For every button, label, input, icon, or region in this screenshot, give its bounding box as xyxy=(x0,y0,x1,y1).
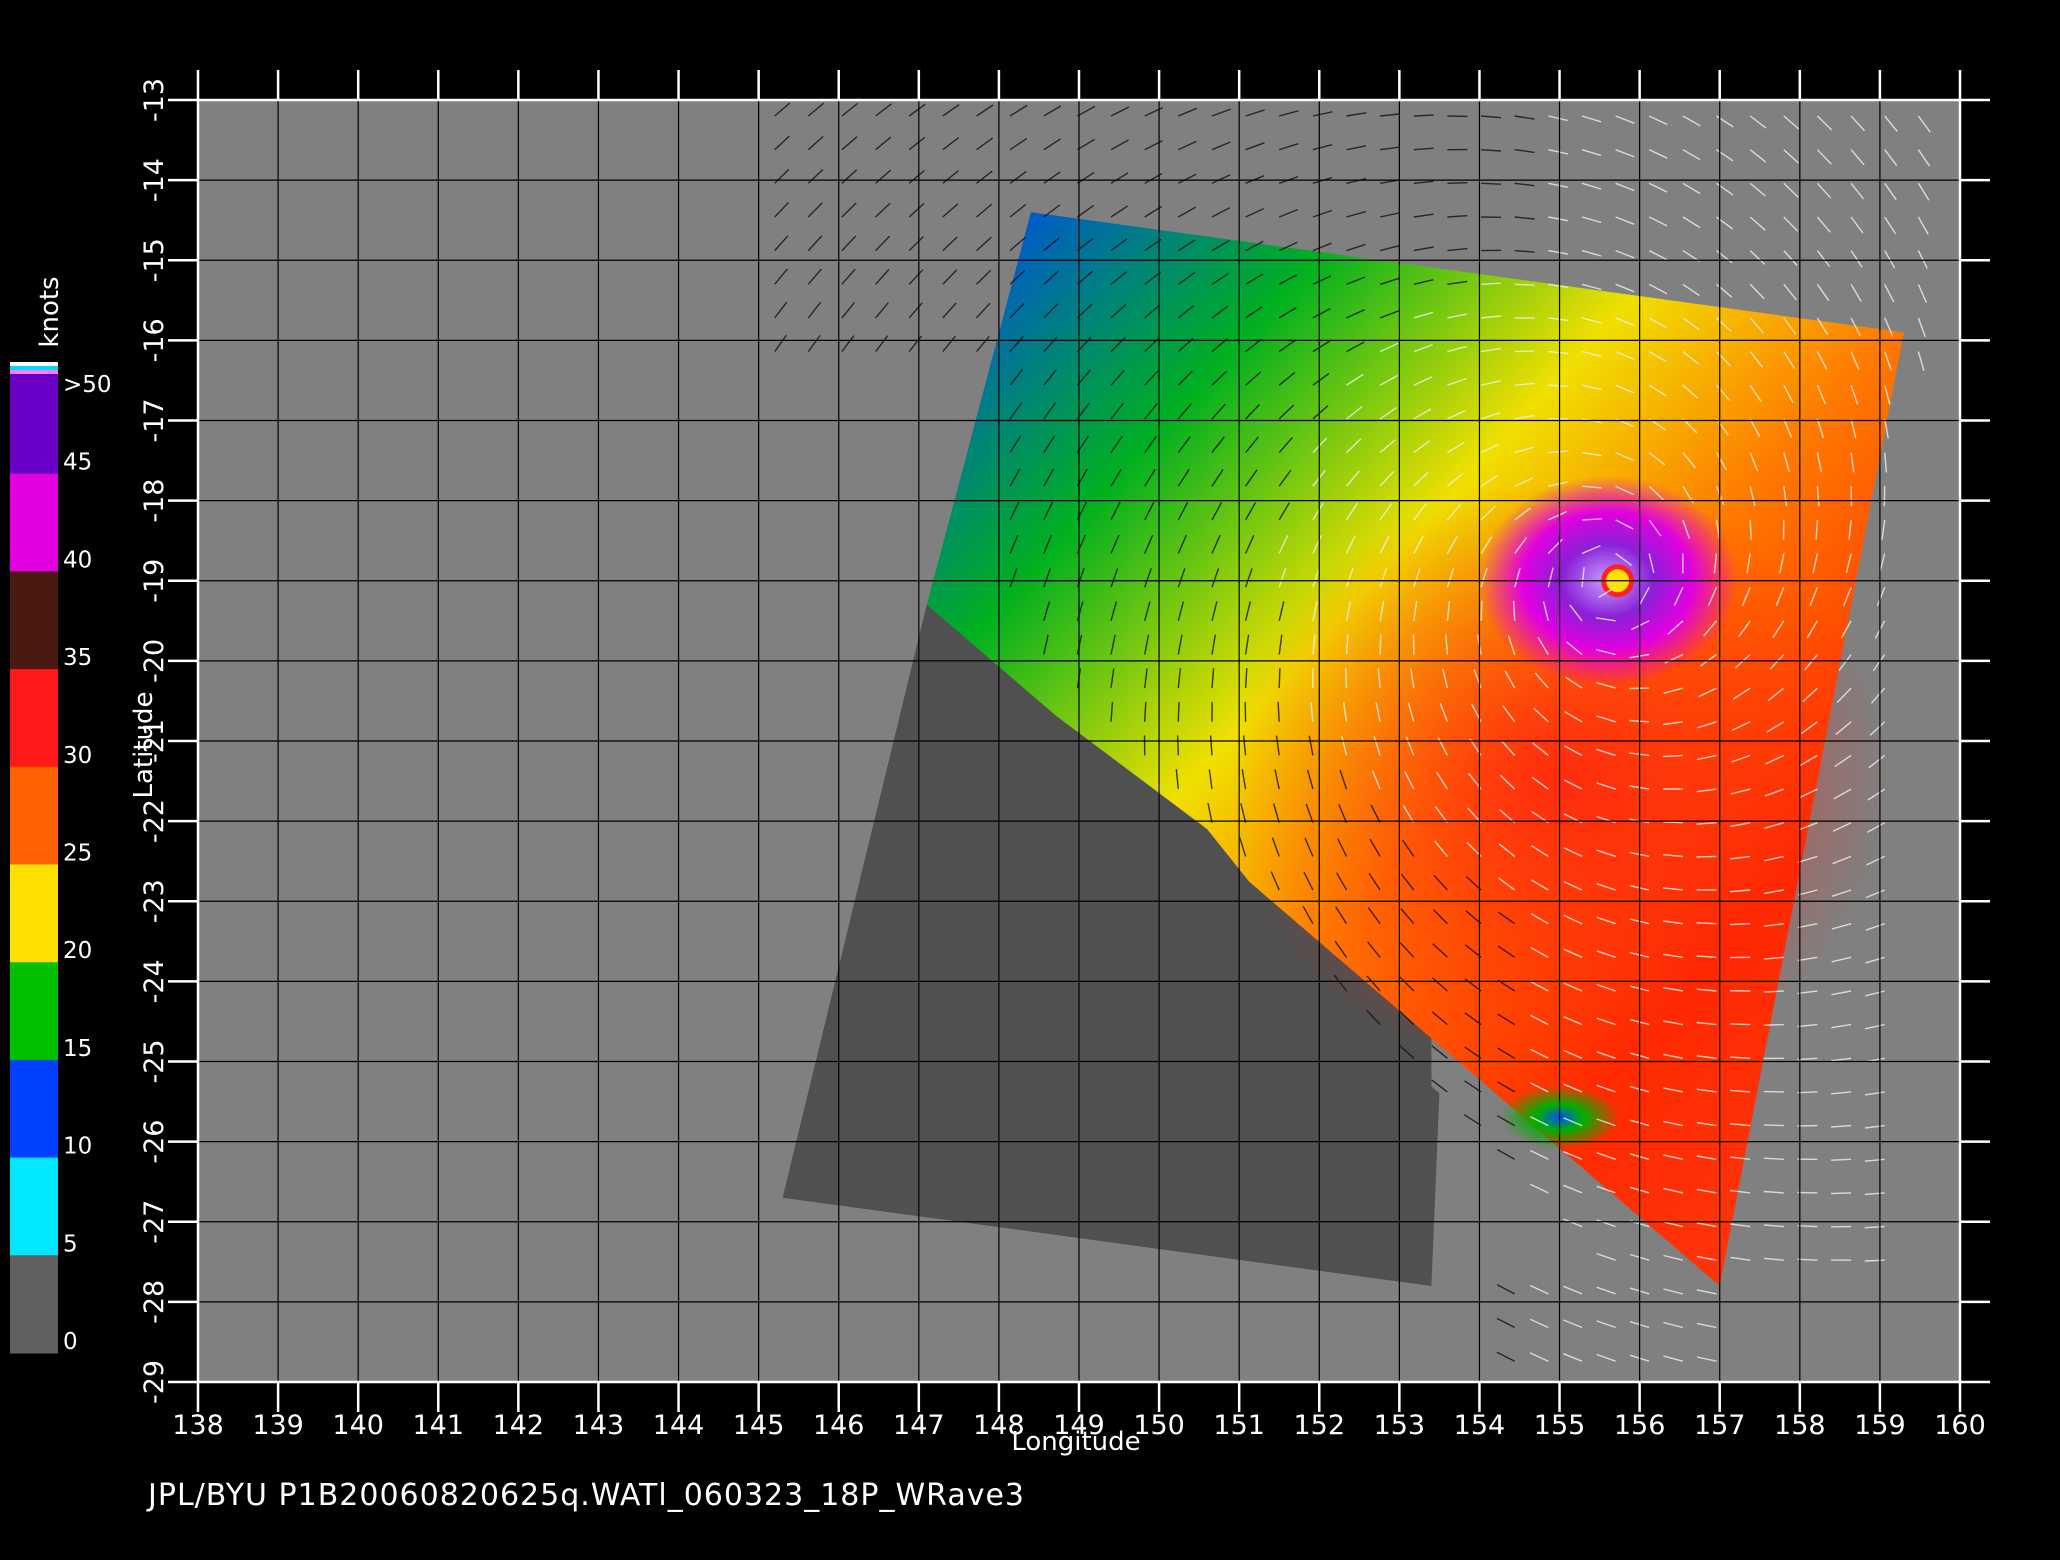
legend-label: 10 xyxy=(63,1134,92,1160)
wind-map-figure: 138 139 140 141 142 143 144 145 146 147 148 149 150 1… xyxy=(10,70,1990,1457)
lon-tick-label: 145 xyxy=(733,1410,785,1441)
legend-color-segment xyxy=(10,1157,58,1256)
lat-tick-label: -26 xyxy=(139,1120,170,1164)
lat-tick-label: -24 xyxy=(139,959,170,1003)
legend-label: 45 xyxy=(63,450,92,476)
lat-tick-label: -14 xyxy=(139,158,170,202)
lon-tick-label: 138 xyxy=(172,1410,224,1441)
lat-tick-label: -16 xyxy=(139,318,170,362)
legend-label: 35 xyxy=(63,645,92,671)
lon-tick-label: 140 xyxy=(332,1410,384,1441)
wind-vector xyxy=(1864,1259,1885,1262)
lat-tick-label: -20 xyxy=(139,639,170,683)
legend-label: 20 xyxy=(63,938,92,964)
lon-tick-label: 157 xyxy=(1694,1410,1746,1441)
lon-tick-label: 146 xyxy=(813,1410,865,1441)
wind-vector xyxy=(1176,735,1179,756)
legend-label: 0 xyxy=(63,1329,78,1355)
wind-vector xyxy=(1481,182,1502,185)
wind-vector xyxy=(1514,283,1535,286)
lon-tick-label: 143 xyxy=(573,1410,625,1441)
lat-tick-label: -13 xyxy=(139,78,170,122)
lon-tick-label: 150 xyxy=(1133,1410,1185,1441)
wind-vector xyxy=(1413,114,1434,117)
lat-tick-label: -25 xyxy=(139,1039,170,1083)
wind-vector xyxy=(1447,182,1468,184)
wind-vector xyxy=(1480,600,1483,621)
legend-color-segment xyxy=(10,962,58,1061)
legend-label: 15 xyxy=(63,1036,92,1062)
lon-tick-label: 139 xyxy=(252,1410,304,1441)
wind-vector xyxy=(1730,1023,1751,1026)
wind-vector xyxy=(1797,1225,1818,1228)
wind-vector xyxy=(1696,922,1717,925)
legend-over-range-stripe xyxy=(10,362,58,366)
x-axis-title: Longitude xyxy=(1011,1427,1140,1457)
legend-label: 40 xyxy=(63,547,92,573)
legend-color-segment xyxy=(10,571,58,670)
lon-tick-label: 155 xyxy=(1534,1410,1586,1441)
lat-tick-label: -18 xyxy=(139,479,170,523)
wind-vector xyxy=(1797,1091,1818,1094)
lon-tick-label: 144 xyxy=(653,1410,705,1441)
wind-vector xyxy=(1662,821,1683,824)
lon-tick-label: 158 xyxy=(1774,1410,1826,1441)
lat-tick-label: -29 xyxy=(139,1360,170,1404)
lon-tick-label: 142 xyxy=(493,1410,545,1441)
wind-vector xyxy=(1749,519,1752,540)
wind-vector xyxy=(1379,634,1382,655)
legend-color-segment xyxy=(10,473,58,572)
legend-label: 25 xyxy=(63,841,92,867)
lon-tick-label: 159 xyxy=(1854,1410,1906,1441)
legend-color-segment xyxy=(10,1255,58,1354)
wind-vector xyxy=(1831,1192,1852,1195)
legend-over-range-stripe xyxy=(10,366,58,370)
lon-tick-label: 160 xyxy=(1934,1410,1986,1441)
wind-vector xyxy=(1177,701,1180,722)
lon-tick-label: 141 xyxy=(412,1410,464,1441)
lon-tick-label: 156 xyxy=(1614,1410,1666,1441)
legend-color-segment xyxy=(10,376,58,475)
lat-tick-label: -15 xyxy=(139,238,170,282)
wind-vector xyxy=(1345,668,1348,689)
legend-over-range-stripe xyxy=(10,370,58,374)
lat-tick-label: -27 xyxy=(139,1200,170,1244)
color-legend: >50 45 40 35 30 25 20 15 10 5 0 xyxy=(10,362,112,1355)
lat-tick-label: -28 xyxy=(139,1280,170,1324)
product-id-footer: JPL/BYU P1B20060820625q.WATl_060323_18P_… xyxy=(148,1478,1026,1513)
legend-label: 30 xyxy=(63,743,92,769)
legend-color-segment xyxy=(10,1059,58,1159)
legend-label: 5 xyxy=(63,1231,78,1257)
legend-color-segment xyxy=(10,864,58,963)
lat-tick-label: -22 xyxy=(139,799,170,843)
wind-vector xyxy=(1831,1158,1852,1161)
y-axis-title: Latitude xyxy=(129,691,159,798)
wind-vector xyxy=(1581,518,1602,521)
wind-vector xyxy=(1514,350,1535,353)
wind-vector xyxy=(1763,1124,1784,1127)
wind-vector xyxy=(1696,855,1717,858)
lon-tick-label: 154 xyxy=(1454,1410,1506,1441)
wind-vector xyxy=(1763,1023,1784,1026)
legend-color-segment xyxy=(10,766,58,865)
wind-vector xyxy=(1278,668,1281,689)
lon-tick-label: 151 xyxy=(1213,1410,1265,1441)
lon-tick-label: 153 xyxy=(1374,1410,1426,1441)
legend-color-segment xyxy=(10,669,58,768)
lat-tick-label: -19 xyxy=(139,559,170,603)
legend-title: knots xyxy=(35,276,65,347)
lat-tick-label: -23 xyxy=(139,879,170,923)
lat-tick-label: -17 xyxy=(139,398,170,442)
lon-tick-label: 147 xyxy=(893,1410,945,1441)
legend-label: >50 xyxy=(63,372,112,398)
lon-tick-label: 152 xyxy=(1293,1410,1345,1441)
wind-vector xyxy=(1797,1258,1818,1261)
wind-vector xyxy=(1730,923,1751,926)
